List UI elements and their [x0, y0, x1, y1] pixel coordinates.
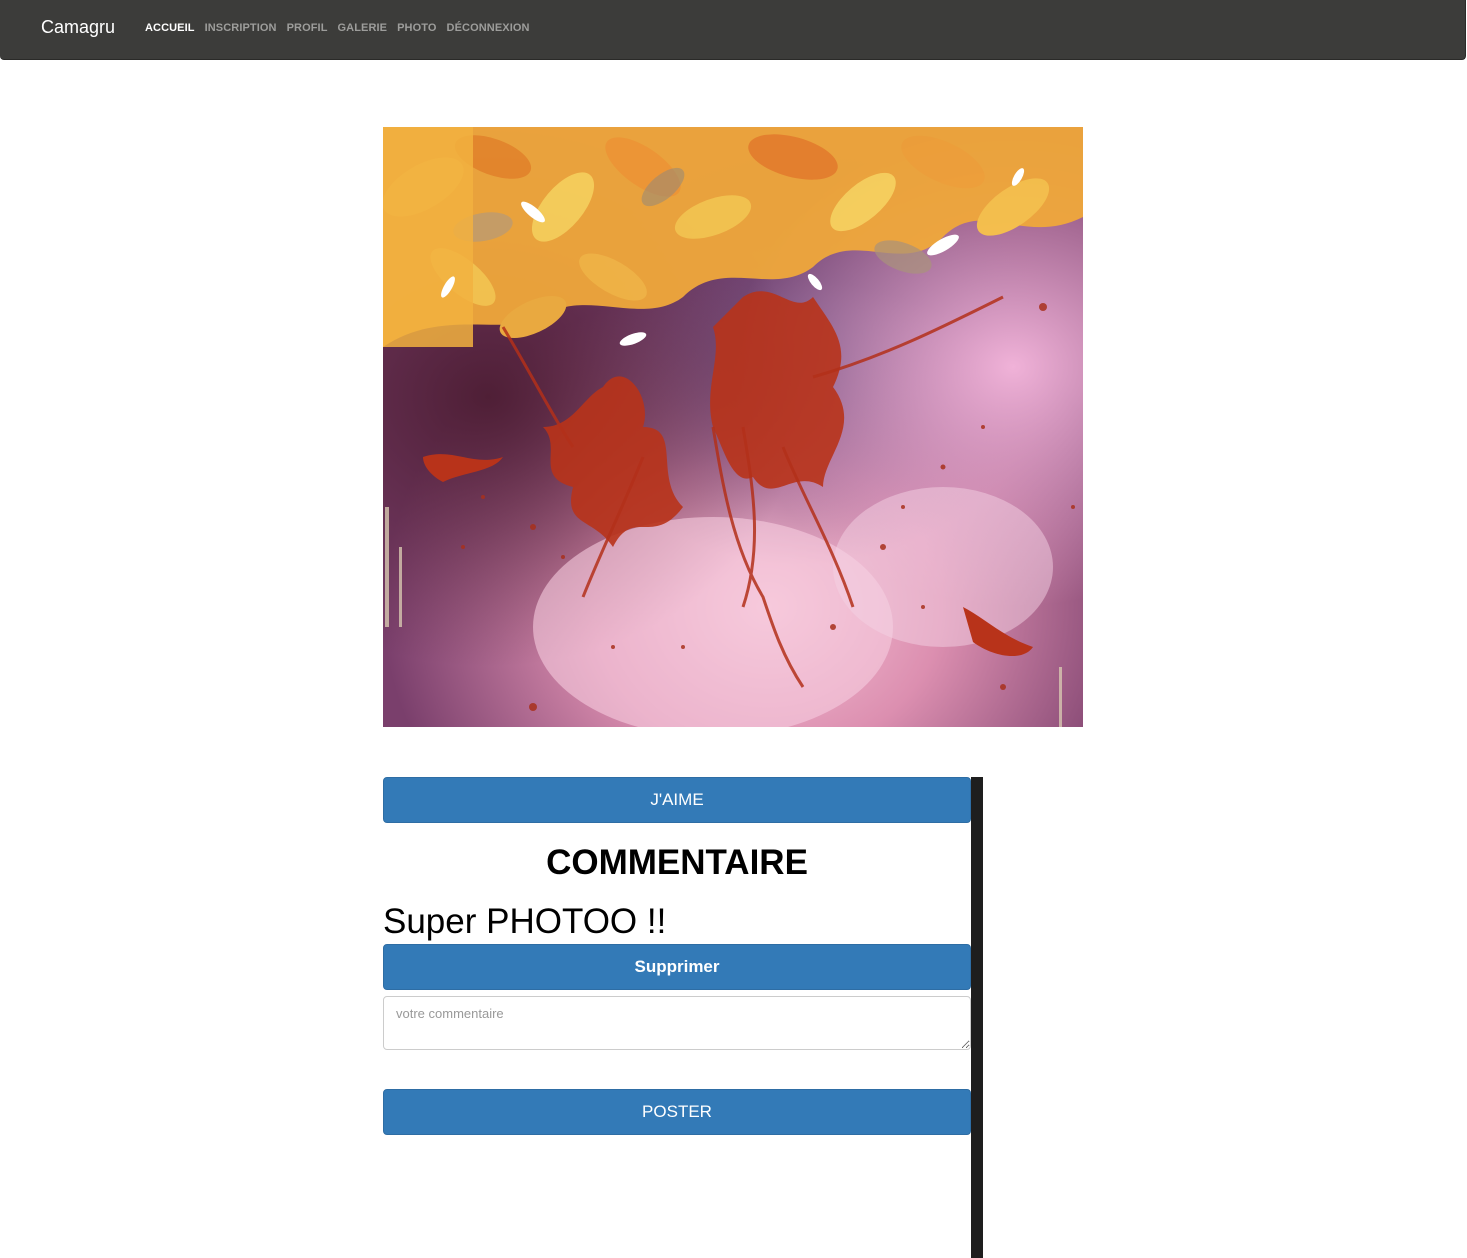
brand-link[interactable]: Camagru	[41, 16, 115, 38]
comment-text: Super PHOTOO !!	[383, 902, 667, 941]
comment-input[interactable]	[383, 996, 971, 1050]
nav-item-profil[interactable]: PROFIL	[287, 21, 328, 35]
nav-item-deconnexion[interactable]: DÉCONNEXION	[447, 21, 530, 35]
post-comment-button[interactable]: POSTER	[383, 1089, 971, 1135]
nav-item-galerie[interactable]: GALERIE	[338, 21, 388, 35]
delete-comment-button[interactable]: Supprimer	[383, 944, 971, 990]
post-photo	[383, 127, 1083, 727]
like-button[interactable]: J'AIME	[383, 777, 971, 823]
side-divider-bar	[971, 777, 983, 1258]
comments-heading: COMMENTAIRE	[546, 843, 808, 882]
nav-item-accueil[interactable]: ACCUEIL	[145, 21, 195, 35]
nav-item-inscription[interactable]: INSCRIPTION	[205, 21, 277, 35]
nav-links: ACCUEIL INSCRIPTION PROFIL GALERIE PHOTO…	[145, 21, 530, 35]
top-navbar: Camagru ACCUEIL INSCRIPTION PROFIL GALER…	[0, 0, 1466, 60]
nav-item-photo[interactable]: PHOTO	[397, 21, 436, 35]
